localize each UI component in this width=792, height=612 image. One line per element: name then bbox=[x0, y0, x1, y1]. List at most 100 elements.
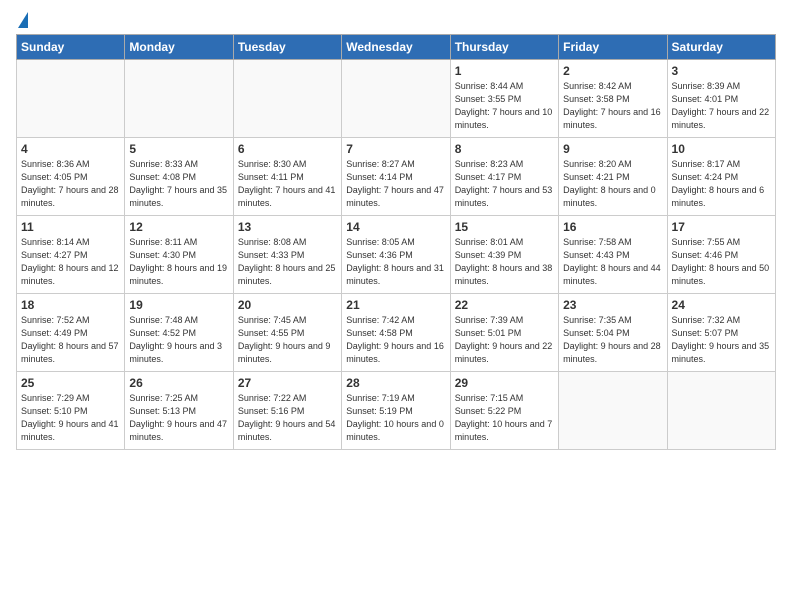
calendar-day-cell: 17 Sunrise: 7:55 AM Sunset: 4:46 PM Dayli… bbox=[667, 216, 775, 294]
calendar-day-header: Sunday bbox=[17, 35, 125, 60]
calendar-day-cell: 28Sunrise: 7:19 AM Sunset: 5:19 PM Dayli… bbox=[342, 372, 450, 450]
day-info: Sunrise: 8:33 AM Sunset: 4:08 PM Dayligh… bbox=[129, 158, 228, 210]
day-number: 21 bbox=[346, 298, 445, 312]
day-number: 8 bbox=[455, 142, 554, 156]
calendar-day-cell: 16 Sunrise: 7:58 AM Sunset: 4:43 PM Dayli… bbox=[559, 216, 667, 294]
calendar-day-cell: 2 Sunrise: 8:42 AM Sunset: 3:58 PM Daylig… bbox=[559, 60, 667, 138]
day-info: Sunrise: 8:05 AM Sunset: 4:36 PM Dayligh… bbox=[346, 236, 445, 288]
calendar-day-cell: 10 Sunrise: 8:17 AM Sunset: 4:24 PM Dayli… bbox=[667, 138, 775, 216]
day-info: Sunrise: 7:48 AM Sunset: 4:52 PM Dayligh… bbox=[129, 314, 228, 366]
calendar-day-cell: 4 Sunrise: 8:36 AM Sunset: 4:05 PM Daylig… bbox=[17, 138, 125, 216]
day-info: Sunrise: 7:45 AM Sunset: 4:55 PM Dayligh… bbox=[238, 314, 337, 366]
calendar-header-row: SundayMondayTuesdayWednesdayThursdayFrid… bbox=[17, 35, 776, 60]
calendar-day-cell: 7 Sunrise: 8:27 AM Sunset: 4:14 PM Daylig… bbox=[342, 138, 450, 216]
day-info: Sunrise: 7:39 AM Sunset: 5:01 PM Dayligh… bbox=[455, 314, 554, 366]
calendar-day-cell bbox=[559, 372, 667, 450]
day-info: Sunrise: 7:15 AM Sunset: 5:22 PM Dayligh… bbox=[455, 392, 554, 444]
day-number: 10 bbox=[672, 142, 771, 156]
calendar-day-cell bbox=[342, 60, 450, 138]
logo-triangle-icon bbox=[18, 12, 28, 28]
day-number: 6 bbox=[238, 142, 337, 156]
day-info: Sunrise: 8:42 AM Sunset: 3:58 PM Dayligh… bbox=[563, 80, 662, 132]
day-info: Sunrise: 8:23 AM Sunset: 4:17 PM Dayligh… bbox=[455, 158, 554, 210]
calendar-day-cell: 12Sunrise: 8:11 AM Sunset: 4:30 PM Dayli… bbox=[125, 216, 233, 294]
day-info: Sunrise: 7:22 AM Sunset: 5:16 PM Dayligh… bbox=[238, 392, 337, 444]
day-info: Sunrise: 8:11 AM Sunset: 4:30 PM Dayligh… bbox=[129, 236, 228, 288]
day-number: 11 bbox=[21, 220, 120, 234]
calendar-day-cell: 14 Sunrise: 8:05 AM Sunset: 4:36 PM Dayli… bbox=[342, 216, 450, 294]
calendar-week-row: 11 Sunrise: 8:14 AM Sunset: 4:27 PM Dayli… bbox=[17, 216, 776, 294]
day-number: 5 bbox=[129, 142, 228, 156]
calendar-week-row: 25 Sunrise: 7:29 AM Sunset: 5:10 PM Dayli… bbox=[17, 372, 776, 450]
calendar-week-row: 4 Sunrise: 8:36 AM Sunset: 4:05 PM Daylig… bbox=[17, 138, 776, 216]
day-number: 25 bbox=[21, 376, 120, 390]
day-number: 1 bbox=[455, 64, 554, 78]
day-number: 27 bbox=[238, 376, 337, 390]
day-number: 23 bbox=[563, 298, 662, 312]
day-number: 18 bbox=[21, 298, 120, 312]
day-number: 15 bbox=[455, 220, 554, 234]
calendar-day-cell: 25 Sunrise: 7:29 AM Sunset: 5:10 PM Dayli… bbox=[17, 372, 125, 450]
day-number: 29 bbox=[455, 376, 554, 390]
day-number: 28 bbox=[346, 376, 445, 390]
day-number: 24 bbox=[672, 298, 771, 312]
calendar-day-cell bbox=[667, 372, 775, 450]
day-info: Sunrise: 8:36 AM Sunset: 4:05 PM Dayligh… bbox=[21, 158, 120, 210]
calendar-day-cell: 29 Sunrise: 7:15 AM Sunset: 5:22 PM Dayli… bbox=[450, 372, 558, 450]
day-number: 14 bbox=[346, 220, 445, 234]
day-info: Sunrise: 8:08 AM Sunset: 4:33 PM Dayligh… bbox=[238, 236, 337, 288]
calendar-day-cell: 23 Sunrise: 7:35 AM Sunset: 5:04 PM Dayli… bbox=[559, 294, 667, 372]
day-info: Sunrise: 8:27 AM Sunset: 4:14 PM Dayligh… bbox=[346, 158, 445, 210]
day-info: Sunrise: 7:58 AM Sunset: 4:43 PM Dayligh… bbox=[563, 236, 662, 288]
day-info: Sunrise: 8:01 AM Sunset: 4:39 PM Dayligh… bbox=[455, 236, 554, 288]
calendar-day-header: Friday bbox=[559, 35, 667, 60]
day-info: Sunrise: 8:39 AM Sunset: 4:01 PM Dayligh… bbox=[672, 80, 771, 132]
day-info: Sunrise: 8:44 AM Sunset: 3:55 PM Dayligh… bbox=[455, 80, 554, 132]
day-info: Sunrise: 7:25 AM Sunset: 5:13 PM Dayligh… bbox=[129, 392, 228, 444]
day-info: Sunrise: 7:42 AM Sunset: 4:58 PM Dayligh… bbox=[346, 314, 445, 366]
day-number: 2 bbox=[563, 64, 662, 78]
calendar-day-cell: 18 Sunrise: 7:52 AM Sunset: 4:49 PM Dayli… bbox=[17, 294, 125, 372]
day-number: 22 bbox=[455, 298, 554, 312]
day-number: 16 bbox=[563, 220, 662, 234]
calendar-day-cell: 22 Sunrise: 7:39 AM Sunset: 5:01 PM Dayli… bbox=[450, 294, 558, 372]
day-info: Sunrise: 7:52 AM Sunset: 4:49 PM Dayligh… bbox=[21, 314, 120, 366]
day-number: 4 bbox=[21, 142, 120, 156]
calendar-day-cell: 11 Sunrise: 8:14 AM Sunset: 4:27 PM Dayli… bbox=[17, 216, 125, 294]
day-number: 26 bbox=[129, 376, 228, 390]
calendar-day-header: Monday bbox=[125, 35, 233, 60]
calendar-day-cell: 20 Sunrise: 7:45 AM Sunset: 4:55 PM Dayli… bbox=[233, 294, 341, 372]
day-info: Sunrise: 7:32 AM Sunset: 5:07 PM Dayligh… bbox=[672, 314, 771, 366]
day-info: Sunrise: 8:30 AM Sunset: 4:11 PM Dayligh… bbox=[238, 158, 337, 210]
calendar-day-cell: 6 Sunrise: 8:30 AM Sunset: 4:11 PM Daylig… bbox=[233, 138, 341, 216]
calendar-day-cell: 1 Sunrise: 8:44 AM Sunset: 3:55 PM Daylig… bbox=[450, 60, 558, 138]
day-number: 17 bbox=[672, 220, 771, 234]
calendar-day-cell bbox=[17, 60, 125, 138]
day-number: 7 bbox=[346, 142, 445, 156]
calendar-week-row: 18 Sunrise: 7:52 AM Sunset: 4:49 PM Dayli… bbox=[17, 294, 776, 372]
day-info: Sunrise: 7:29 AM Sunset: 5:10 PM Dayligh… bbox=[21, 392, 120, 444]
header bbox=[16, 12, 776, 30]
calendar-day-cell: 21 Sunrise: 7:42 AM Sunset: 4:58 PM Dayli… bbox=[342, 294, 450, 372]
day-info: Sunrise: 8:17 AM Sunset: 4:24 PM Dayligh… bbox=[672, 158, 771, 210]
calendar-day-cell: 27 Sunrise: 7:22 AM Sunset: 5:16 PM Dayli… bbox=[233, 372, 341, 450]
day-info: Sunrise: 7:55 AM Sunset: 4:46 PM Dayligh… bbox=[672, 236, 771, 288]
calendar-day-cell: 13 Sunrise: 8:08 AM Sunset: 4:33 PM Dayli… bbox=[233, 216, 341, 294]
day-number: 20 bbox=[238, 298, 337, 312]
day-number: 13 bbox=[238, 220, 337, 234]
day-info: Sunrise: 8:14 AM Sunset: 4:27 PM Dayligh… bbox=[21, 236, 120, 288]
page-container: SundayMondayTuesdayWednesdayThursdayFrid… bbox=[0, 0, 792, 458]
calendar-day-cell: 8 Sunrise: 8:23 AM Sunset: 4:17 PM Daylig… bbox=[450, 138, 558, 216]
calendar-table: SundayMondayTuesdayWednesdayThursdayFrid… bbox=[16, 34, 776, 450]
calendar-day-cell: 5 Sunrise: 8:33 AM Sunset: 4:08 PM Daylig… bbox=[125, 138, 233, 216]
calendar-day-cell: 24 Sunrise: 7:32 AM Sunset: 5:07 PM Dayli… bbox=[667, 294, 775, 372]
calendar-day-header: Saturday bbox=[667, 35, 775, 60]
calendar-day-cell: 26 Sunrise: 7:25 AM Sunset: 5:13 PM Dayli… bbox=[125, 372, 233, 450]
calendar-day-cell: 19Sunrise: 7:48 AM Sunset: 4:52 PM Dayli… bbox=[125, 294, 233, 372]
logo bbox=[16, 12, 28, 30]
calendar-day-cell bbox=[233, 60, 341, 138]
day-number: 3 bbox=[672, 64, 771, 78]
calendar-day-header: Thursday bbox=[450, 35, 558, 60]
day-info: Sunrise: 7:35 AM Sunset: 5:04 PM Dayligh… bbox=[563, 314, 662, 366]
calendar-day-header: Tuesday bbox=[233, 35, 341, 60]
